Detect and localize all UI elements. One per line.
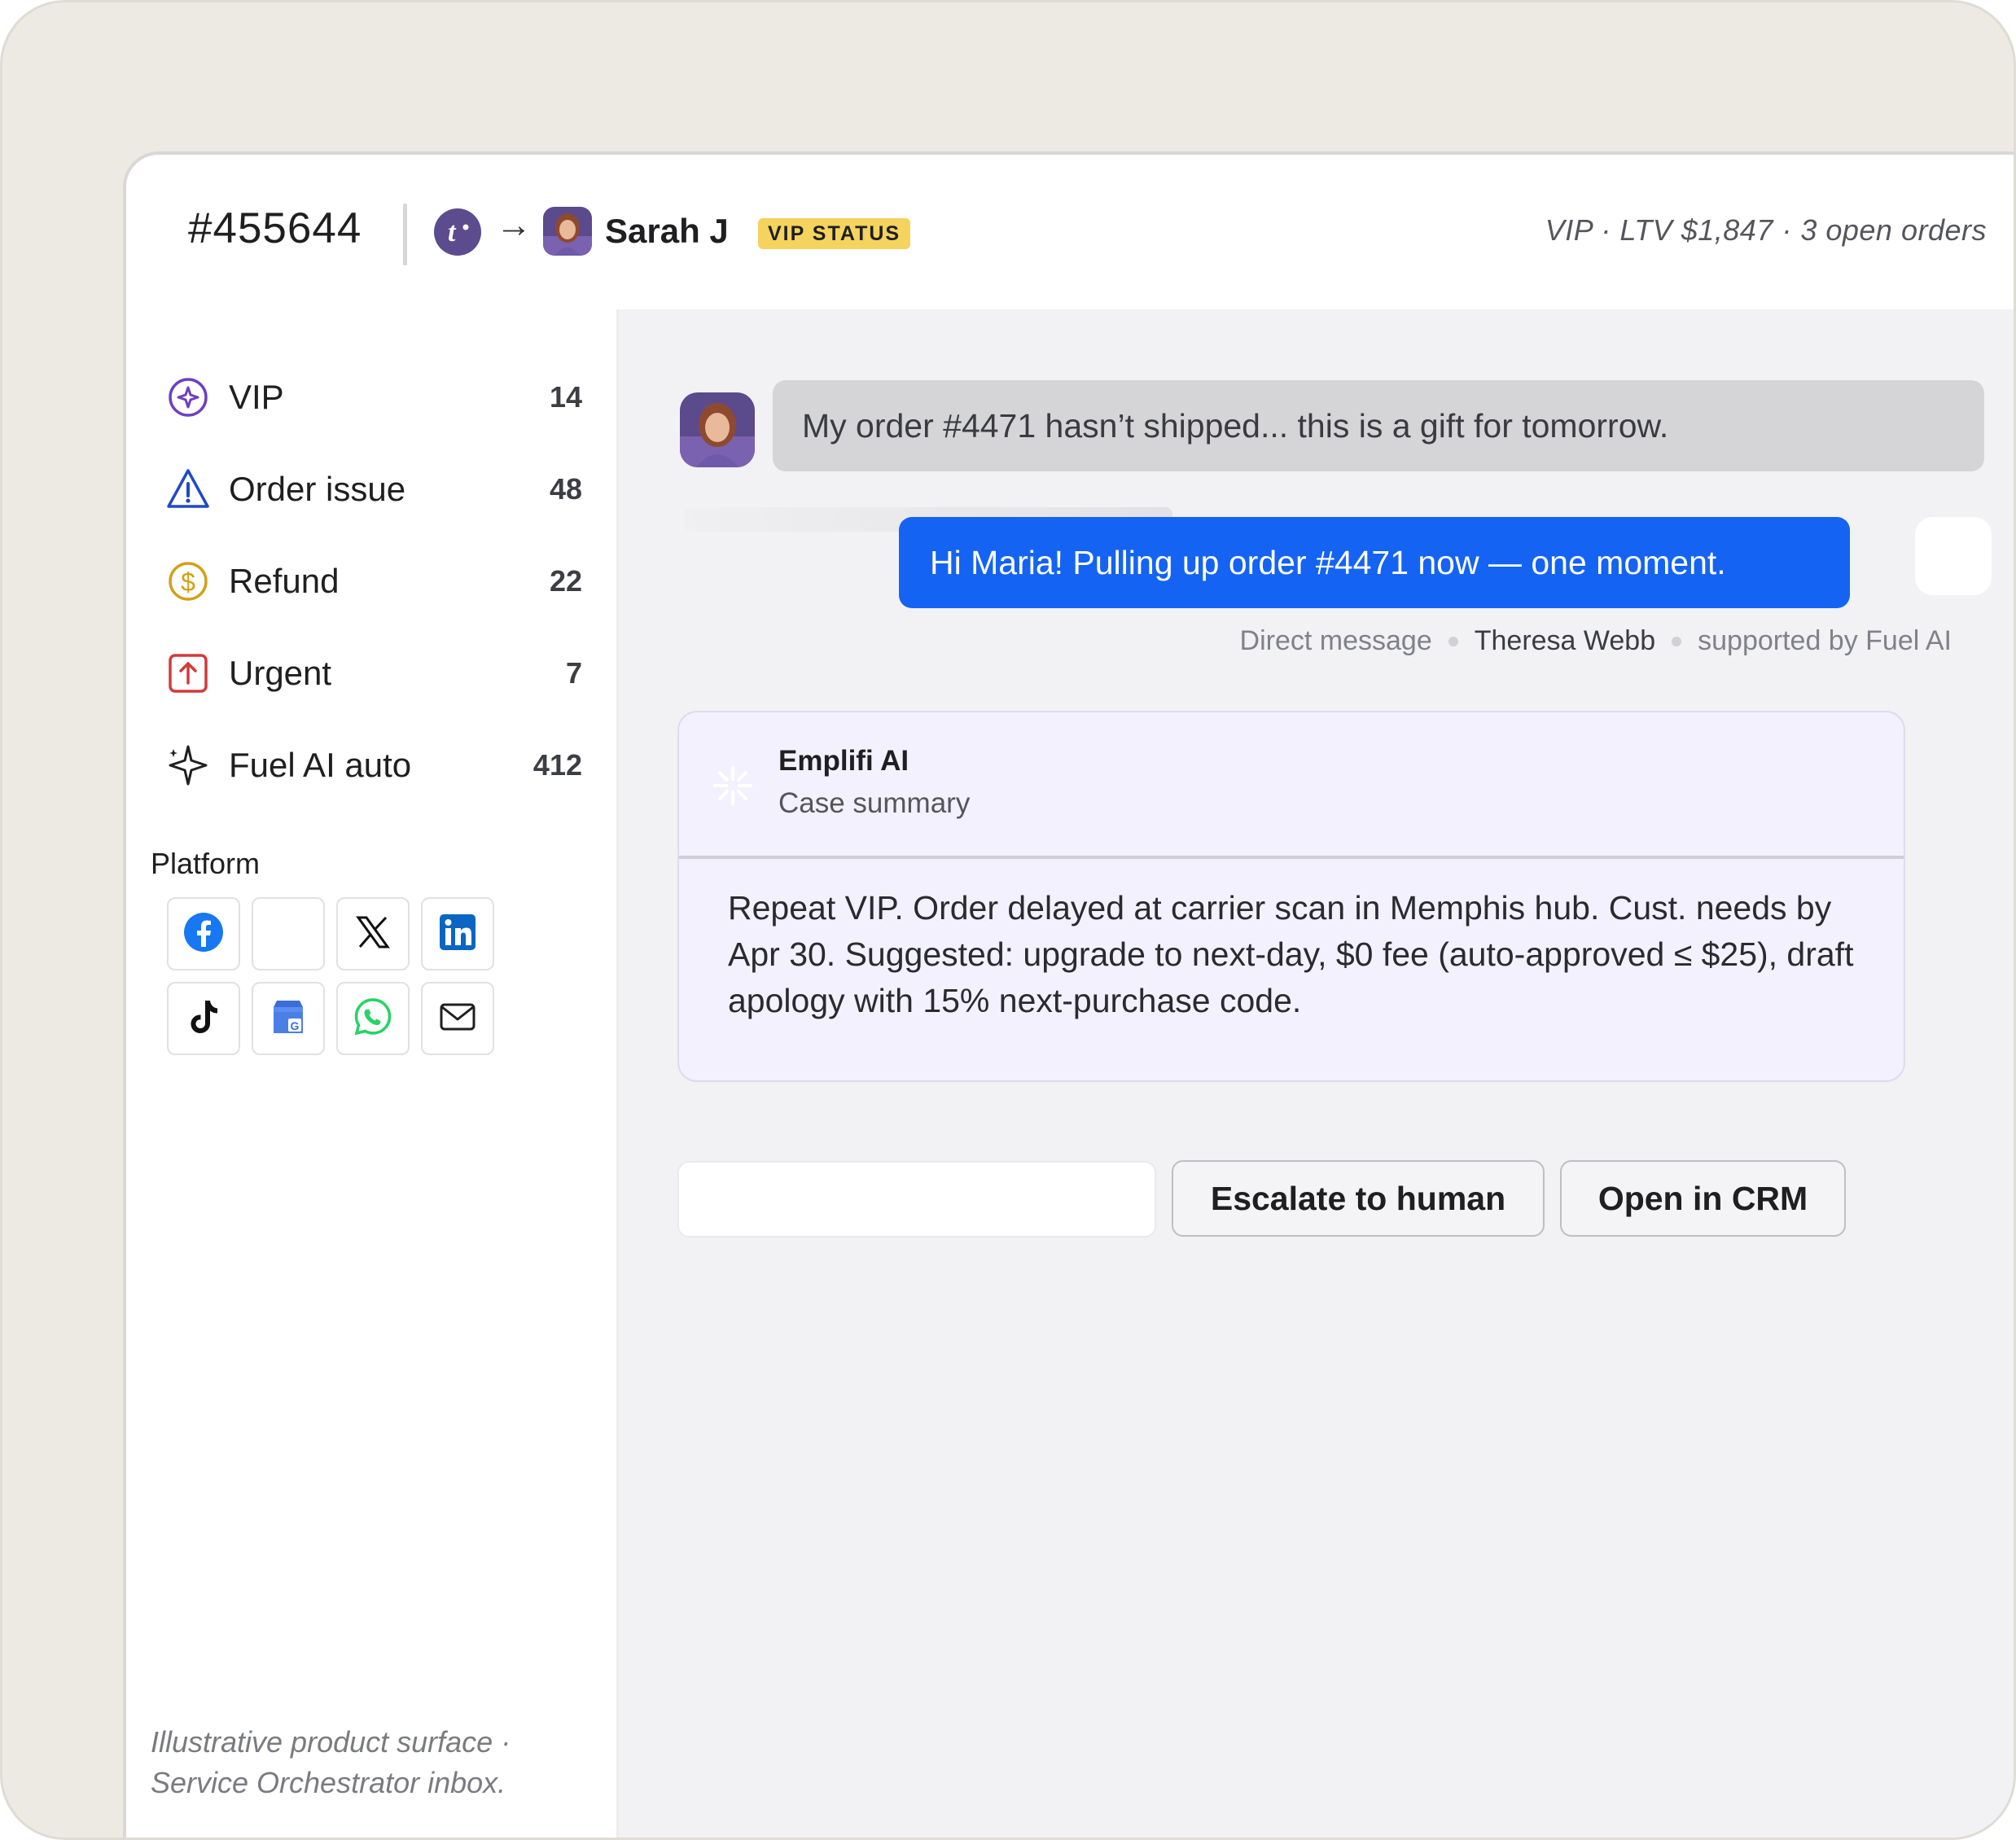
escalate-to-human-button[interactable]: Escalate to human — [1172, 1160, 1545, 1237]
arrow-up-square-icon — [165, 651, 211, 696]
customer-message-avatar — [680, 392, 755, 467]
sparkle-circle-icon — [165, 375, 211, 420]
facebook-icon — [182, 911, 225, 957]
sidebar-item-urgent[interactable]: Urgent 7 — [165, 641, 582, 706]
incoming-message-bubble: My order #4471 hasn’t shipped... this is… — [773, 380, 1984, 471]
platform-whatsapp[interactable] — [336, 982, 410, 1055]
platform-linkedin[interactable] — [421, 897, 494, 970]
platform-section-title: Platform — [151, 847, 261, 880]
sidebar: VIP 14 Order issue 48 $ Refund 22 Urgent… — [126, 309, 619, 1838]
open-in-crm-button[interactable]: Open in CRM — [1560, 1160, 1846, 1237]
platform-facebook[interactable] — [167, 897, 240, 970]
ticket-header: #455644 t → Sarah J VIP STATUS VIP · LTV… — [126, 155, 2014, 309]
ai-card-header: Emplifi AI Case summary — [679, 712, 1904, 859]
sidebar-item-count: 14 — [549, 380, 582, 414]
sidebar-item-refund[interactable]: $ Refund 22 — [165, 549, 582, 614]
ai-spark-icon — [712, 764, 754, 807]
customer-meta: VIP · LTV $1,847 · 3 open orders — [1545, 213, 1987, 247]
customer-name[interactable]: Sarah J — [605, 212, 729, 251]
customer-avatar[interactable] — [543, 207, 592, 256]
sidebar-item-label: Urgent — [229, 654, 332, 692]
x-logo-icon — [355, 914, 391, 954]
message-agent-name[interactable]: Theresa Webb — [1475, 625, 1655, 657]
sidebar-item-label: Fuel AI auto — [229, 746, 412, 784]
inbox-window: #455644 t → Sarah J VIP STATUS VIP · LTV… — [123, 151, 2014, 1838]
conversation-panel: My order #4471 hasn’t shipped... this is… — [619, 309, 2014, 1838]
message-meta: Direct message Theresa Webb supported by… — [1240, 625, 1952, 657]
ai-case-summary-card: Emplifi AI Case summary Repeat VIP. Orde… — [677, 711, 1905, 1082]
reply-input[interactable] — [677, 1161, 1156, 1238]
sidebar-item-label: VIP — [229, 378, 284, 416]
sidebar-item-fuel-ai-auto[interactable]: Fuel AI auto 412 — [165, 733, 582, 798]
header-divider — [403, 204, 407, 265]
sidebar-item-vip[interactable]: VIP 14 — [165, 365, 582, 430]
channel-logo-icon: t — [434, 208, 481, 256]
tiktok-icon — [183, 996, 224, 1042]
platform-email[interactable] — [421, 982, 494, 1055]
sidebar-item-label: Order issue — [229, 470, 406, 508]
ai-case-summary-text: Repeat VIP. Order delayed at carrier sca… — [728, 889, 1854, 1019]
app-frame: #455644 t → Sarah J VIP STATUS VIP · LTV… — [0, 0, 2016, 1840]
mail-icon — [437, 997, 478, 1041]
warning-triangle-icon — [165, 467, 211, 512]
platform-filter-grid: G — [167, 897, 494, 1055]
message-support-note: supported by Fuel AI — [1698, 625, 1952, 656]
arrow-right-icon: → — [496, 205, 532, 245]
svg-text:G: G — [291, 1019, 300, 1032]
vip-status-badge: VIP STATUS — [758, 218, 911, 249]
footnote-line: Service Orchestrator inbox. — [151, 1766, 506, 1799]
sidebar-item-label: Refund — [229, 562, 340, 600]
ai-card-subtitle: Case summary — [778, 787, 971, 819]
meta-separator — [1448, 636, 1458, 646]
platform-instagram[interactable] — [252, 897, 325, 970]
footnote: Illustrative product surface · Service O… — [151, 1722, 607, 1803]
sidebar-item-count: 22 — [549, 564, 582, 598]
linkedin-icon — [438, 913, 477, 956]
google-business-icon: G — [267, 996, 309, 1042]
platform-tiktok[interactable] — [167, 982, 240, 1055]
message-channel: Direct message — [1239, 625, 1432, 656]
sparkle-icon — [165, 743, 211, 788]
sidebar-item-order-issue[interactable]: Order issue 48 — [165, 457, 582, 522]
platform-google-business[interactable]: G — [252, 982, 325, 1055]
sidebar-item-count: 7 — [565, 656, 582, 690]
sidebar-item-count: 48 — [549, 472, 582, 506]
agent-avatar-placeholder — [1915, 517, 1992, 595]
whatsapp-icon — [352, 996, 394, 1042]
meta-separator — [1672, 636, 1682, 646]
sidebar-item-count: 412 — [532, 748, 582, 782]
svg-text:$: $ — [181, 567, 195, 597]
outgoing-message-bubble: Hi Maria! Pulling up order #4471 now — o… — [899, 517, 1850, 608]
svg-text:t: t — [448, 217, 457, 248]
ticket-id: #455644 — [188, 204, 362, 252]
footnote-line: Illustrative product surface · — [151, 1725, 511, 1759]
ai-card-title: Emplifi AI — [778, 745, 909, 777]
platform-x[interactable] — [336, 897, 410, 970]
dollar-circle-icon: $ — [165, 559, 211, 604]
